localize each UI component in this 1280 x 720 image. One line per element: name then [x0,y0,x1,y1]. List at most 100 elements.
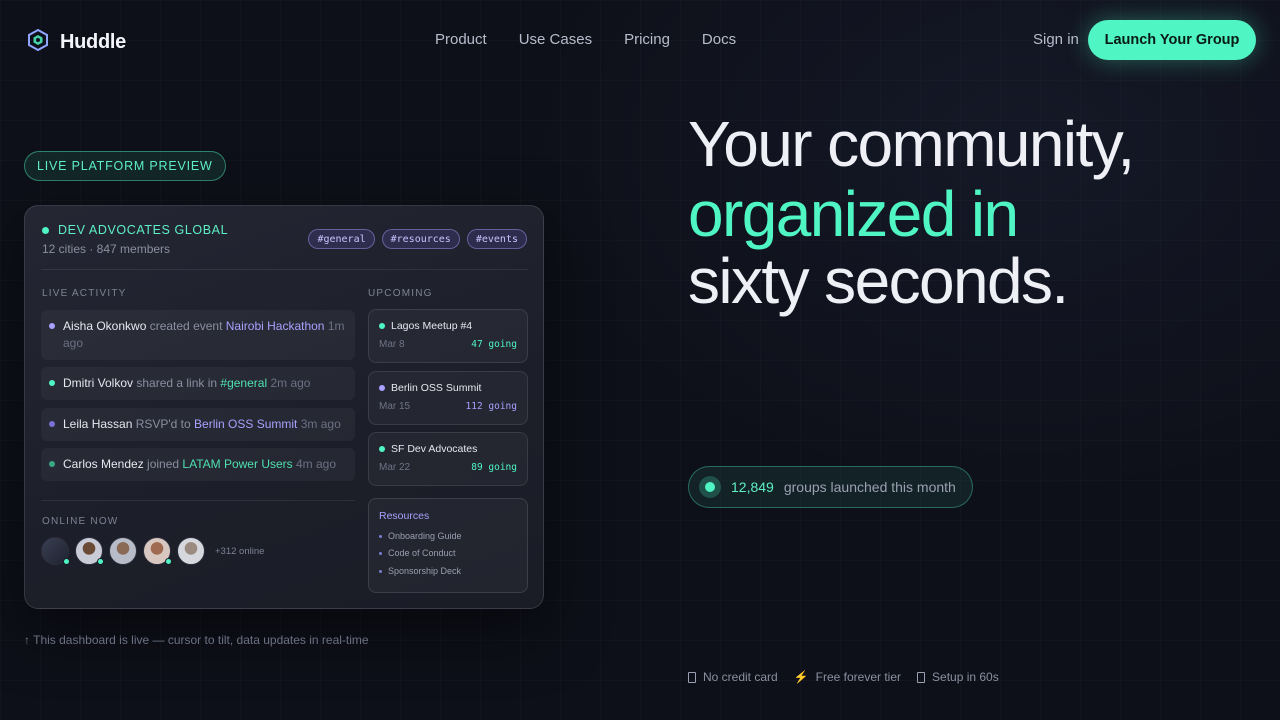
activity-divider [41,500,355,501]
activity-item[interactable]: Leila Hassan RSVP'd to Berlin OSS Summit… [41,408,355,441]
counter-value: 12,849 [731,479,774,495]
event-title-text: Berlin OSS Summit [391,382,482,394]
activity-action: created event [146,319,226,333]
activity-time: 2m ago [267,376,311,390]
bullet-icon [379,569,382,573]
group-meta: 12 cities · 847 members [42,242,171,256]
group-name: DEV ADVOCATES GLOBAL [58,223,229,237]
event-title: Berlin OSS Summit [379,382,481,394]
nav-links: Product Use Cases Pricing Docs [435,31,736,48]
dashboard-hint: ↑ This dashboard is live — cursor to til… [24,633,369,647]
feature-item: No credit card [688,670,778,684]
hero-headline-line1: Your community, [688,108,1135,180]
resource-link-text: Sponsorship Deck [388,566,462,576]
brand-logo-link[interactable]: Huddle [26,28,126,57]
activity-user: Leila Hassan [63,417,133,431]
avatar[interactable] [109,537,137,565]
activity-action: RSVP'd to [132,417,195,431]
online-now-label: ONLINE NOW [42,516,119,527]
feature-text: No credit card [703,670,778,684]
huddle-logo-icon [26,28,50,57]
avatar[interactable] [75,537,104,565]
live-activity-label: LIVE ACTIVITY [42,288,127,299]
top-nav: Huddle Product Use Cases Pricing Docs Si… [0,0,1280,80]
avatar[interactable] [41,537,70,565]
pulse-dot-icon [699,476,721,498]
channel-tags: #general #resources #events [308,229,527,249]
clock-icon [917,671,926,683]
activity-item[interactable]: Aisha Okonkwo created event Nairobi Hack… [41,310,355,360]
feature-text: Free forever tier [815,670,902,684]
activity-dot-icon [49,461,55,467]
event-date: Mar 8 [379,339,405,350]
dashboard-preview-card[interactable]: DEV ADVOCATES GLOBAL 12 cities · 847 mem… [24,205,544,609]
brand-name: Huddle [60,31,126,53]
online-status-dot [165,558,172,565]
feature-item: Setup in 60s [917,670,999,684]
resources-panel: Resources Onboarding Guide Code of Condu… [368,498,528,593]
event-card[interactable]: SF Dev Advocates Mar 22 89 going [368,432,528,486]
event-title-text: Lagos Meetup #4 [391,320,473,332]
event-card[interactable]: Lagos Meetup #4 Mar 8 47 going [368,309,528,363]
activity-item[interactable]: Carlos Mendez joined LATAM Power Users 4… [41,448,355,481]
launch-group-button[interactable]: Launch Your Group [1088,20,1256,60]
event-title: Lagos Meetup #4 [379,320,472,332]
activity-time: 4m ago [292,457,337,471]
activity-item[interactable]: Dmitri Volkov shared a link in #general … [41,367,355,400]
activity-target-link[interactable]: Berlin OSS Summit [194,417,297,431]
avatar[interactable] [143,537,172,565]
card-icon [688,671,696,683]
nav-link-product[interactable]: Product [435,31,487,48]
event-date: Mar 15 [379,401,411,412]
channel-tag-resources[interactable]: #resources [381,229,460,249]
activity-dot-icon [49,421,55,427]
event-going-count: 112 going [465,401,517,412]
resource-link-text: Code of Conduct [388,548,456,558]
event-title-text: SF Dev Advocates [391,443,478,455]
online-avatars: +312 online [41,537,264,565]
live-dot-icon [42,226,49,234]
event-going-count: 89 going [471,462,517,473]
activity-dot-icon [49,380,55,386]
groups-launched-counter: 12,849 groups launched this month [688,466,973,508]
avatar[interactable] [177,537,205,565]
header-divider [41,269,528,270]
event-dot-icon [379,446,385,452]
resource-link[interactable]: Code of Conduct [379,548,456,558]
hero-headline-line2: organized in [688,178,1019,250]
sign-in-link[interactable]: Sign in [1033,31,1079,48]
event-dot-icon [379,323,385,329]
online-status-dot [97,558,104,565]
resource-link[interactable]: Onboarding Guide [379,531,462,541]
event-date: Mar 22 [379,462,411,473]
feature-text: Setup in 60s [932,670,999,684]
resource-link[interactable]: Sponsorship Deck [379,566,461,576]
bullet-icon [379,551,382,555]
activity-action: shared a link in [133,376,221,390]
event-title: SF Dev Advocates [379,443,477,455]
activity-time: 3m ago [297,417,341,431]
event-card[interactable]: Berlin OSS Summit Mar 15 112 going [368,371,528,425]
channel-tag-general[interactable]: #general [308,229,375,249]
event-dot-icon [379,385,385,391]
upcoming-label: UPCOMING [368,288,433,299]
nav-link-docs[interactable]: Docs [702,31,736,48]
activity-user: Carlos Mendez [63,457,144,471]
nav-link-use-cases[interactable]: Use Cases [519,31,592,48]
activity-dot-icon [49,323,55,329]
hero-headline-line3: sixty seconds. [688,245,1069,317]
activity-target-link[interactable]: Nairobi Hackathon [226,319,325,333]
nav-link-pricing[interactable]: Pricing [624,31,670,48]
channel-tag-events[interactable]: #events [466,229,527,249]
activity-user: Aisha Okonkwo [63,319,147,333]
resources-title: Resources [379,510,430,522]
activity-target-link[interactable]: LATAM Power Users [182,457,292,471]
bullet-icon [379,534,382,538]
activity-target-link[interactable]: #general [220,376,267,390]
group-header: DEV ADVOCATES GLOBAL [42,223,228,237]
activity-action: joined [143,457,183,471]
lightning-icon: ⚡ [793,670,809,684]
activity-user: Dmitri Volkov [63,376,134,390]
online-count: +312 online [215,545,265,557]
event-going-count: 47 going [471,339,517,350]
